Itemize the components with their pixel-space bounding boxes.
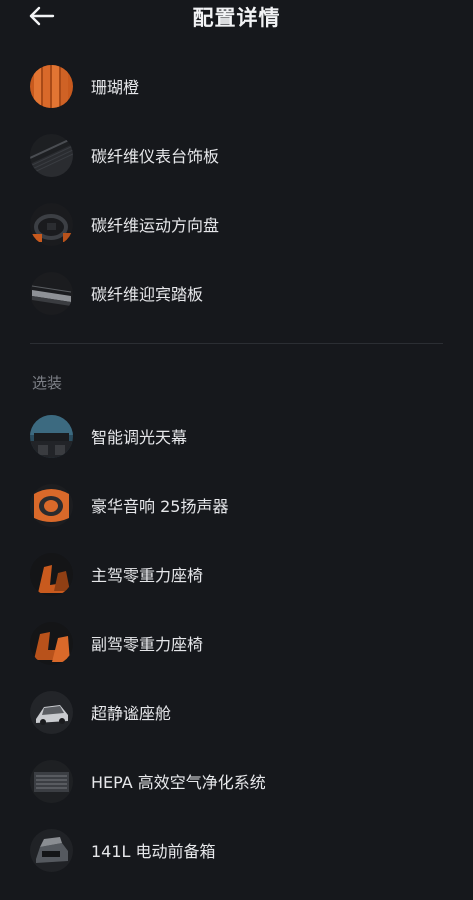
list-item-label: 主驾零重力座椅 bbox=[91, 566, 204, 585]
list-item-quiet-cabin[interactable]: 超静谧座舱 bbox=[0, 683, 473, 741]
list-item-carbon-door-sill[interactable]: 碳纤维迎宾踏板 bbox=[0, 264, 473, 322]
passenger-seat-icon bbox=[30, 621, 73, 665]
carbon-steering-wheel-icon bbox=[30, 202, 73, 246]
list-item-passenger-seat[interactable]: 副驾零重力座椅 bbox=[0, 614, 473, 672]
list-item-label: HEPA 高效空气净化系统 bbox=[91, 773, 266, 792]
list-item-label: 碳纤维仪表台饰板 bbox=[91, 147, 220, 166]
list-item-label: 珊瑚橙 bbox=[91, 78, 140, 97]
list-item-speaker-system[interactable]: 豪华音响 25扬声器 bbox=[0, 476, 473, 534]
carbon-dashboard-trim-icon bbox=[30, 133, 73, 177]
speaker-system-icon bbox=[30, 483, 73, 527]
page-title: 配置详情 bbox=[192, 6, 281, 30]
list-item-label: 超静谧座舱 bbox=[91, 704, 172, 723]
list-item-coral-orange[interactable]: 珊瑚橙 bbox=[0, 57, 473, 115]
driver-seat-icon bbox=[30, 552, 73, 596]
list-item-label: 豪华音响 25扬声器 bbox=[91, 497, 229, 516]
header: 配置详情 bbox=[0, 0, 473, 34]
air-purifier-icon bbox=[30, 759, 73, 803]
quiet-cabin-icon bbox=[30, 690, 73, 734]
list-item-dimming-sunroof[interactable]: 智能调光天幕 bbox=[0, 407, 473, 465]
section-title-optional: 选装 bbox=[32, 374, 63, 392]
section-divider bbox=[30, 343, 443, 344]
list-item-label: 智能调光天幕 bbox=[91, 428, 188, 447]
list-item-air-purifier[interactable]: HEPA 高效空气净化系统 bbox=[0, 752, 473, 810]
coral-orange-swatch-icon bbox=[30, 64, 73, 108]
dimming-sunroof-icon bbox=[30, 414, 73, 458]
carbon-door-sill-icon bbox=[30, 271, 73, 315]
front-trunk-icon bbox=[30, 828, 73, 872]
list-item-carbon-dashboard[interactable]: 碳纤维仪表台饰板 bbox=[0, 126, 473, 184]
list-item-label: 碳纤维迎宾踏板 bbox=[91, 285, 204, 304]
list-item-carbon-steering-wheel[interactable]: 碳纤维运动方向盘 bbox=[0, 195, 473, 253]
list-item-label: 141L 电动前备箱 bbox=[91, 842, 216, 861]
list-item-front-trunk[interactable]: 141L 电动前备箱 bbox=[0, 821, 473, 879]
list-item-driver-seat[interactable]: 主驾零重力座椅 bbox=[0, 545, 473, 603]
list-item-label: 碳纤维运动方向盘 bbox=[91, 216, 220, 235]
list-item-label: 副驾零重力座椅 bbox=[91, 635, 204, 654]
